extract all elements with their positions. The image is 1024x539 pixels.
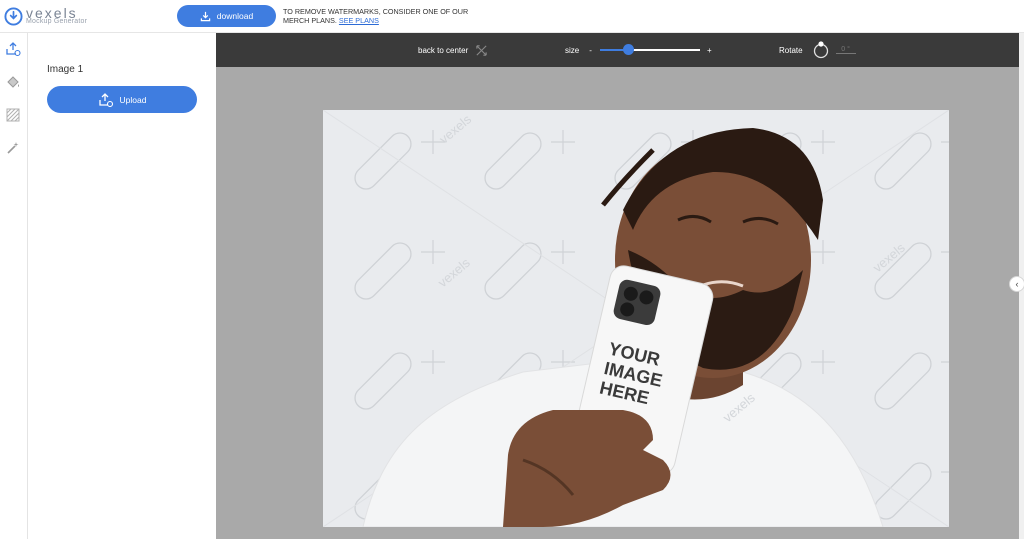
collapse-panel-button[interactable]: ‹ — [1009, 276, 1024, 292]
top-bar: vexels Mockup Generator download TO REMO… — [0, 0, 1024, 33]
size-control: size - — [565, 33, 592, 67]
back-to-center-control[interactable]: back to center — [418, 33, 488, 67]
rail-item-fill[interactable] — [3, 72, 23, 92]
magic-wand-icon — [7, 142, 19, 154]
rail-item-effects[interactable] — [3, 138, 23, 158]
download-icon — [200, 11, 211, 21]
rotate-control: Rotate 0 ° — [779, 33, 856, 67]
paint-bucket-icon — [7, 76, 19, 88]
watermark-notice: TO REMOVE WATERMARKS, CONSIDER ONE OF OU… — [283, 7, 473, 25]
rotate-knob-icon[interactable] — [812, 41, 830, 59]
image-panel: Image 1 Upload — [29, 33, 216, 539]
vexels-logo-icon — [4, 7, 23, 26]
back-to-center-label: back to center — [418, 45, 469, 55]
editor-canvas: YOUR IMAGE HERE vexels vexels vexels vex… — [216, 67, 1019, 539]
rail-item-upload[interactable] — [3, 39, 23, 59]
see-plans-link[interactable]: SEE PLANS — [339, 16, 379, 25]
size-label: size — [565, 45, 580, 55]
center-arrows-icon — [476, 44, 487, 56]
upload-button[interactable]: Upload — [47, 86, 197, 113]
size-slider-thumb[interactable] — [623, 44, 634, 55]
mockup-scene: YOUR IMAGE HERE vexels vexels vexels vex… — [323, 110, 949, 527]
brand-logo[interactable]: vexels Mockup Generator — [4, 5, 104, 28]
download-button-label: download — [216, 11, 254, 21]
rail-item-texture[interactable] — [3, 105, 23, 125]
rotate-label: Rotate — [779, 45, 803, 55]
tool-rail — [0, 33, 28, 539]
chevron-left-icon: ‹ — [1015, 279, 1019, 289]
upload-button-label: Upload — [119, 94, 147, 105]
mockup-preview[interactable]: YOUR IMAGE HERE vexels vexels vexels vex… — [323, 110, 949, 527]
upload-icon — [6, 42, 21, 57]
size-decrease[interactable]: - — [589, 46, 592, 55]
texture-icon — [6, 108, 20, 122]
size-slider[interactable] — [600, 44, 700, 55]
brand-subtitle: Mockup Generator — [26, 18, 88, 25]
rotate-value-field[interactable]: 0 ° — [835, 46, 856, 54]
size-increase[interactable]: + — [707, 33, 712, 67]
download-button[interactable]: download — [177, 5, 276, 27]
upload-cloud-icon — [98, 92, 113, 107]
panel-title: Image 1 — [47, 64, 84, 75]
